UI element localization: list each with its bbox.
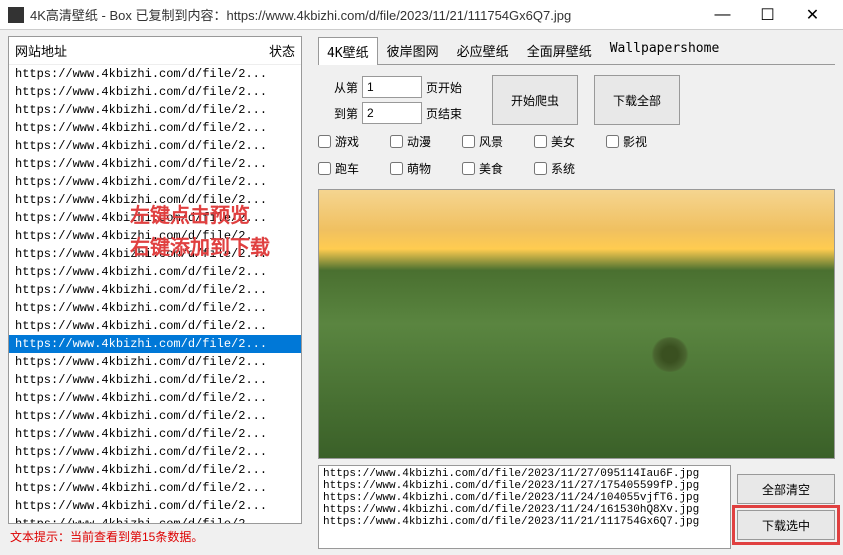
url-item[interactable]: https://www.4kbizhi.com/d/file/2... [9,191,301,209]
url-item[interactable]: https://www.4kbizhi.com/d/file/2... [9,101,301,119]
category-label: 影视 [623,133,647,150]
status-text: 文本提示：当前查看到第15条数据。 [8,524,302,549]
url-item[interactable]: https://www.4kbizhi.com/d/file/2... [9,461,301,479]
tab-4[interactable]: Wallpapershome [601,36,729,64]
download-item[interactable]: https://www.4kbizhi.com/d/file/2023/11/2… [323,504,726,516]
url-item[interactable]: https://www.4kbizhi.com/d/file/2... [9,155,301,173]
title-text: 4K高清壁纸 - Box 已复制到内容：https://www.4kbizhi.… [30,5,700,24]
download-item[interactable]: https://www.4kbizhi.com/d/file/2023/11/2… [323,468,726,480]
tab-3[interactable]: 全面屏壁纸 [518,36,601,64]
preview-tree-icon [650,337,690,372]
category-checkbox[interactable] [390,135,403,148]
url-item[interactable]: https://www.4kbizhi.com/d/file/2... [9,371,301,389]
category-label: 美食 [479,160,503,177]
url-item[interactable]: https://www.4kbizhi.com/d/file/2... [9,335,301,353]
download-all-button[interactable]: 下载全部 [594,75,680,125]
url-item[interactable]: https://www.4kbizhi.com/d/file/2... [9,65,301,83]
category-系统[interactable]: 系统 [534,160,606,177]
url-header-status: 状态 [245,41,295,60]
from-suffix: 页开始 [426,79,476,96]
url-list[interactable]: https://www.4kbizhi.com/d/file/2...https… [9,65,301,523]
url-item[interactable]: https://www.4kbizhi.com/d/file/2... [9,515,301,523]
category-美女[interactable]: 美女 [534,133,606,150]
titlebar: 4K高清壁纸 - Box 已复制到内容：https://www.4kbizhi.… [0,0,843,30]
category-row-1: 游戏 动漫 风景 美女 影视 [318,131,835,152]
tabs: 4K壁纸彼岸图网必应壁纸全面屏壁纸Wallpapershome [318,36,835,65]
from-label: 从第 [318,79,358,96]
url-item[interactable]: https://www.4kbizhi.com/d/file/2... [9,83,301,101]
category-动漫[interactable]: 动漫 [390,133,462,150]
url-item[interactable]: https://www.4kbizhi.com/d/file/2... [9,227,301,245]
category-checkbox[interactable] [462,162,475,175]
category-美食[interactable]: 美食 [462,160,534,177]
url-item[interactable]: https://www.4kbizhi.com/d/file/2... [9,389,301,407]
category-萌物[interactable]: 萌物 [390,160,462,177]
download-selected-button[interactable]: 下载选中 [737,510,835,540]
category-label: 系统 [551,160,575,177]
tab-2[interactable]: 必应壁纸 [448,36,518,64]
left-panel: 网站地址 状态 https://www.4kbizhi.com/d/file/2… [0,30,310,555]
app-icon [8,7,24,23]
download-item[interactable]: https://www.4kbizhi.com/d/file/2023/11/2… [323,480,726,492]
start-crawl-button[interactable]: 开始爬虫 [492,75,578,125]
category-checkbox[interactable] [390,162,403,175]
category-label: 游戏 [335,133,359,150]
download-item[interactable]: https://www.4kbizhi.com/d/file/2023/11/2… [323,492,726,504]
from-page-input[interactable] [362,76,422,98]
category-label: 动漫 [407,133,431,150]
category-风景[interactable]: 风景 [462,133,534,150]
clear-all-button[interactable]: 全部清空 [737,474,835,504]
category-row-2: 跑车 萌物 美食 系统 [318,158,835,179]
category-checkbox[interactable] [534,135,547,148]
to-suffix: 页结束 [426,105,476,122]
category-跑车[interactable]: 跑车 [318,160,390,177]
url-item[interactable]: https://www.4kbizhi.com/d/file/2... [9,173,301,191]
url-header-address: 网站地址 [15,41,245,60]
url-item[interactable]: https://www.4kbizhi.com/d/file/2... [9,317,301,335]
controls: 从第 页开始 到第 页结束 开始爬虫 下载全部 游戏 动漫 风景 美女 影视 跑车 萌物 美… [318,71,835,183]
url-item[interactable]: https://www.4kbizhi.com/d/file/2... [9,137,301,155]
category-checkbox[interactable] [462,135,475,148]
url-item[interactable]: https://www.4kbizhi.com/d/file/2... [9,263,301,281]
preview-image [319,190,834,458]
url-item[interactable]: https://www.4kbizhi.com/d/file/2... [9,119,301,137]
url-item[interactable]: https://www.4kbizhi.com/d/file/2... [9,281,301,299]
to-label: 到第 [318,105,358,122]
url-item[interactable]: https://www.4kbizhi.com/d/file/2... [9,497,301,515]
download-item[interactable]: https://www.4kbizhi.com/d/file/2023/11/2… [323,516,726,528]
category-label: 风景 [479,133,503,150]
tab-0[interactable]: 4K壁纸 [318,37,378,65]
right-panel: 4K壁纸彼岸图网必应壁纸全面屏壁纸Wallpapershome 从第 页开始 到… [310,30,843,555]
url-item[interactable]: https://www.4kbizhi.com/d/file/2... [9,407,301,425]
url-item[interactable]: https://www.4kbizhi.com/d/file/2... [9,479,301,497]
maximize-button[interactable]: ☐ [745,0,790,30]
url-item[interactable]: https://www.4kbizhi.com/d/file/2... [9,299,301,317]
category-checkbox[interactable] [534,162,547,175]
category-label: 跑车 [335,160,359,177]
url-item[interactable]: https://www.4kbizhi.com/d/file/2... [9,209,301,227]
category-label: 萌物 [407,160,431,177]
url-list-box: 网站地址 状态 https://www.4kbizhi.com/d/file/2… [8,36,302,524]
url-item[interactable]: https://www.4kbizhi.com/d/file/2... [9,353,301,371]
to-page-input[interactable] [362,102,422,124]
download-list[interactable]: https://www.4kbizhi.com/d/file/2023/11/2… [318,465,731,549]
url-item[interactable]: https://www.4kbizhi.com/d/file/2... [9,425,301,443]
category-游戏[interactable]: 游戏 [318,133,390,150]
minimize-button[interactable]: — [700,0,745,30]
category-checkbox[interactable] [318,135,331,148]
url-item[interactable]: https://www.4kbizhi.com/d/file/2... [9,443,301,461]
tab-1[interactable]: 彼岸图网 [378,36,448,64]
category-label: 美女 [551,133,575,150]
category-影视[interactable]: 影视 [606,133,678,150]
category-checkbox[interactable] [606,135,619,148]
close-button[interactable]: ✕ [790,0,835,30]
url-item[interactable]: https://www.4kbizhi.com/d/file/2... [9,245,301,263]
category-checkbox[interactable] [318,162,331,175]
preview-area[interactable] [318,189,835,459]
